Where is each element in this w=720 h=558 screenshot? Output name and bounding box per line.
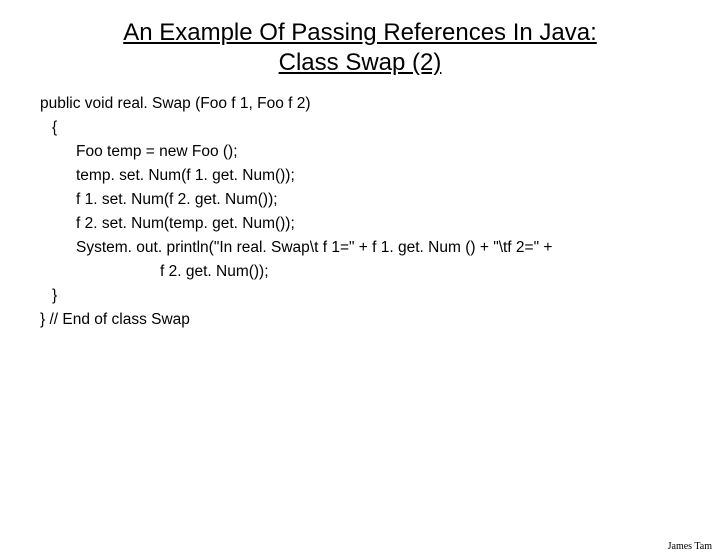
code-line: f 1. set. Num(f 2. get. Num()); (40, 188, 700, 212)
code-line: Foo temp = new Foo (); (40, 140, 700, 164)
brace-close-inner: } (40, 284, 700, 308)
code-block: public void real. Swap (Foo f 1, Foo f 2… (0, 92, 720, 332)
brace-close-outer: } // End of class Swap (40, 308, 700, 332)
code-line: f 2. set. Num(temp. get. Num()); (40, 212, 700, 236)
title-line-2: Class Swap (2) (279, 49, 442, 76)
footer-author: James Tam (668, 541, 712, 552)
title-line-1: An Example Of Passing References In Java… (123, 19, 597, 46)
brace-open: { (40, 116, 700, 140)
code-line-continuation: f 2. get. Num()); (40, 260, 700, 284)
code-line: temp. set. Num(f 1. get. Num()); (40, 164, 700, 188)
method-signature: public void real. Swap (Foo f 1, Foo f 2… (40, 92, 700, 116)
slide-title: An Example Of Passing References In Java… (0, 18, 720, 78)
code-line: System. out. println("In real. Swap\t f … (40, 236, 700, 260)
